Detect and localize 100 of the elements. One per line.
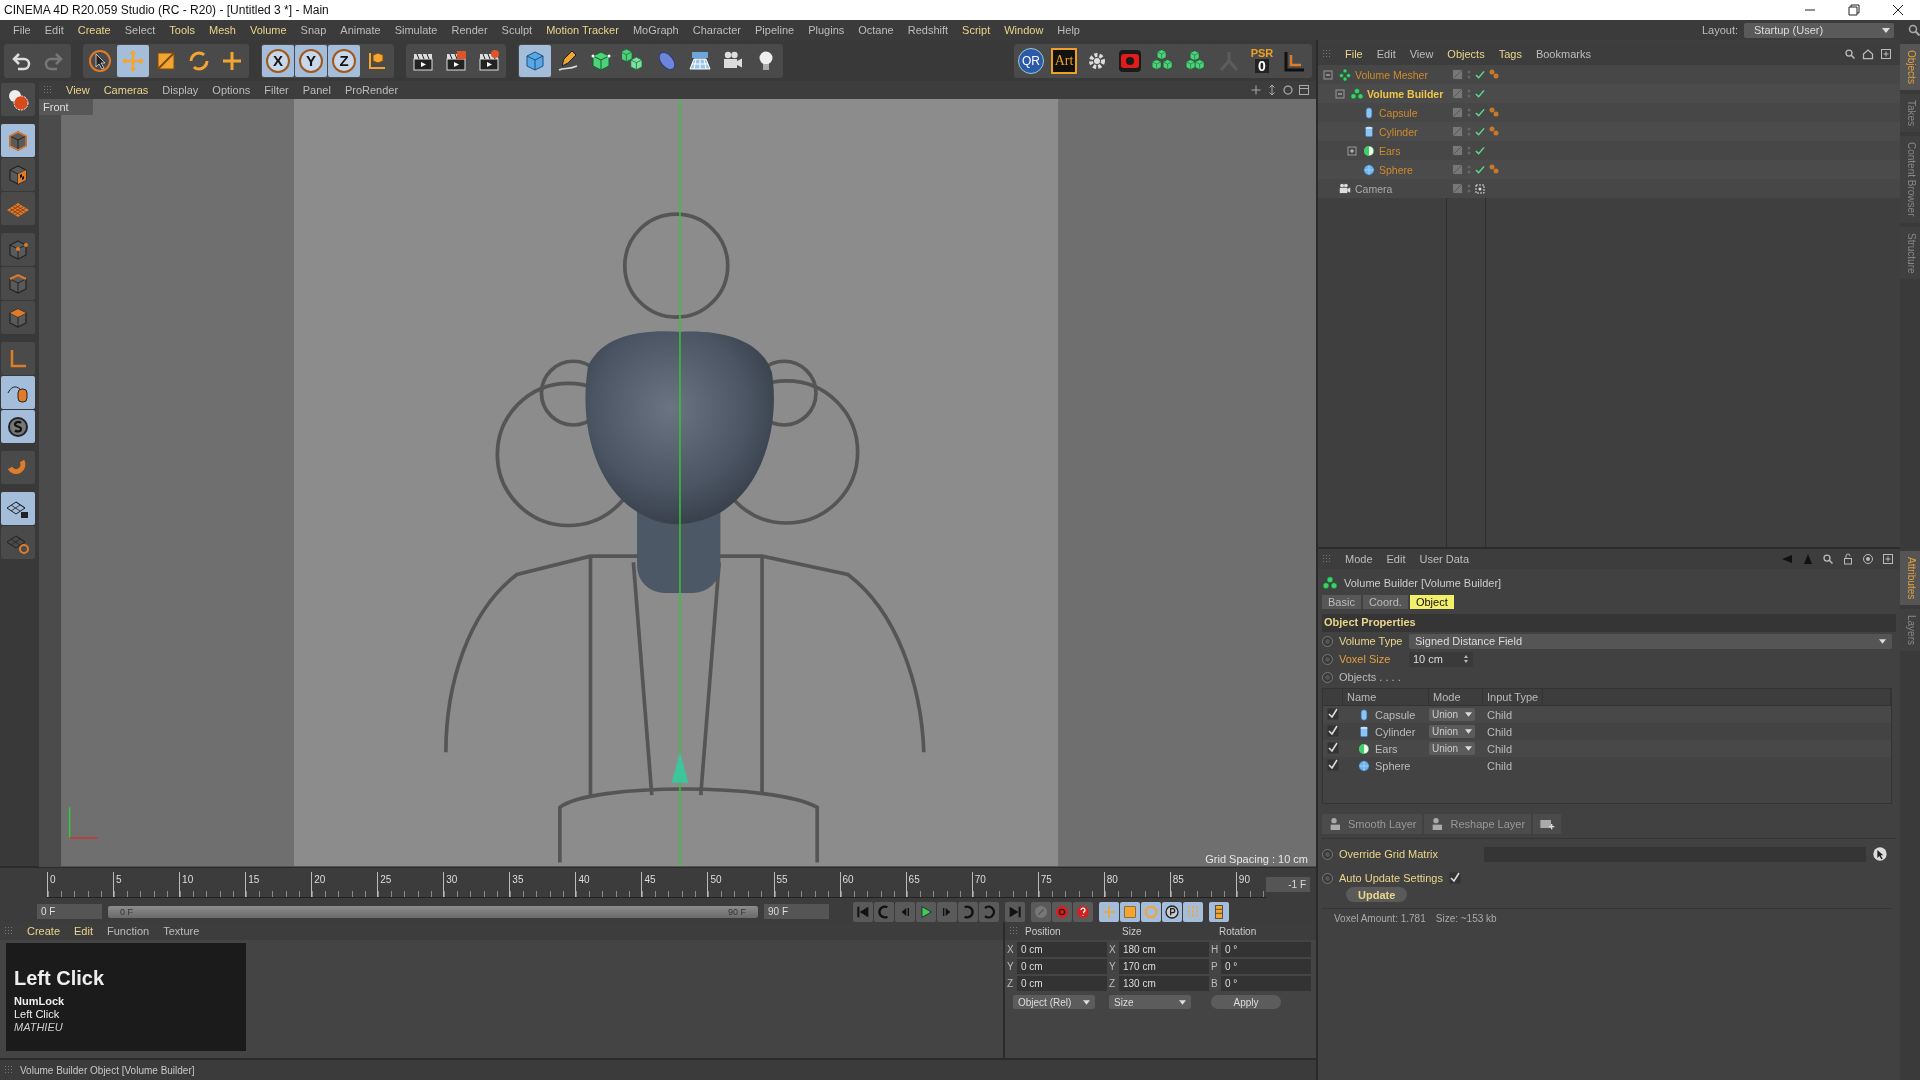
workplane-lock-button[interactable] [1,492,35,526]
add-layer-button[interactable] [1533,814,1562,834]
menu-item[interactable]: Script [955,24,998,36]
menu-item[interactable]: Motion Tracker [539,24,626,36]
material-menu-item[interactable]: Texture [156,925,207,938]
tweak-mode-button[interactable] [1,376,35,410]
object-row[interactable]: Capsule [1318,103,1900,122]
object-menu-item[interactable]: File [1338,48,1370,60]
coordinate-dropdown[interactable]: Object (Rel) [1013,995,1095,1010]
menu-item[interactable]: Select [117,24,163,36]
attribute-menu-item[interactable]: Edit [1379,553,1413,565]
size-field[interactable]: 170 cm [1119,959,1209,975]
solo-button[interactable] [1,410,35,444]
key-points-button[interactable] [1183,901,1203,922]
collapse-toggle-icon[interactable] [1334,88,1345,99]
next-key-button[interactable] [958,901,978,922]
menu-item[interactable]: Help [1050,24,1087,36]
object-row[interactable]: Volume Mesher [1318,65,1900,84]
workplane-align-button[interactable] [1,526,35,560]
menu-item[interactable]: Redshift [900,24,956,36]
position-field[interactable]: 0 cm [1017,942,1107,958]
layout-dropdown[interactable]: Startup (User) [1744,22,1894,38]
menu-item[interactable]: MoGraph [625,24,686,36]
axis-lock-button[interactable]: Y [295,44,327,77]
restore-icon[interactable] [1848,4,1860,16]
viewport-menu-item[interactable]: Filter [257,84,296,97]
search-icon[interactable] [1908,24,1920,36]
object-name[interactable]: Volume Mesher [1355,68,1428,81]
viewport-menu-item[interactable]: View [59,84,97,97]
object-name[interactable]: Sphere [1379,163,1413,176]
object-row[interactable]: Volume Builder [1318,84,1900,103]
attribute-tab[interactable]: Coord. [1362,595,1408,609]
attribute-tab[interactable]: Basic [1322,595,1361,609]
checkbox[interactable] [1327,758,1339,771]
object-menu-item[interactable]: View [1402,48,1441,60]
rotation-field[interactable]: 0 ° [1221,959,1311,975]
viewport-menu-item[interactable]: Panel [295,84,338,97]
menu-item[interactable]: Tools [162,24,202,36]
viewport-menu-item[interactable]: ProRender [337,84,406,97]
material-menu-item[interactable]: Function [100,925,157,938]
object-menu-item[interactable]: Objects [1440,48,1492,60]
attribute-menu-item[interactable]: Mode [1338,553,1380,565]
menu-item[interactable]: File [6,24,38,36]
position-field[interactable]: 0 cm [1017,976,1107,992]
menu-item[interactable]: Snap [293,24,334,36]
menu-item[interactable]: Mesh [202,24,243,36]
viewport-menu-item[interactable]: Display [155,84,206,97]
edges-mode-button[interactable] [1,267,35,301]
move-tool-button[interactable] [117,44,149,77]
cube-button[interactable] [519,44,551,77]
object-menu-item[interactable]: Tags [1491,48,1529,60]
texture-mode-button[interactable] [1,158,35,192]
collapse-toggle-icon[interactable] [1322,69,1333,80]
menu-item[interactable]: Animate [333,24,388,36]
position-field[interactable]: 0 cm [1017,959,1107,975]
menu-item[interactable]: Render [444,24,495,36]
axis-lock-button[interactable]: X [262,44,294,77]
object-menu-item[interactable]: Bookmarks [1528,48,1598,60]
key-scale-button[interactable] [1120,901,1140,922]
mode-dropdown[interactable]: Union [1429,725,1475,738]
rotation-field[interactable]: 0 ° [1221,942,1311,958]
model-mode-button[interactable] [1,83,35,117]
menu-item[interactable]: Create [70,24,118,36]
menu-item[interactable]: Pipeline [748,24,802,36]
material-menu-item[interactable]: Edit [67,925,100,938]
apply-button[interactable]: Apply [1211,995,1281,1010]
layer-button[interactable]: Smooth Layer [1322,814,1423,834]
voxel-size-field[interactable]: 10 cm [1409,651,1473,667]
menu-item[interactable]: Octane [851,24,901,36]
axis-mode-button[interactable] [1,342,35,376]
play-button[interactable] [916,901,936,922]
points-mode-button[interactable] [1,233,35,267]
mode-dropdown[interactable]: Union [1429,708,1475,721]
size-field[interactable]: 180 cm [1119,942,1209,958]
key-rotation-button[interactable] [1141,901,1161,922]
record-button[interactable] [1031,901,1051,922]
material-menu-item[interactable]: Create [20,925,68,938]
keyframe-help-button[interactable] [1073,901,1093,922]
frame-range-slider[interactable]: 0 F 90 F [108,905,758,918]
update-button[interactable]: Update [1346,887,1408,902]
attribute-menu-item[interactable]: User Data [1412,553,1477,565]
snap-button[interactable] [1,451,35,485]
timeline-button[interactable] [1209,901,1229,922]
menu-item[interactable]: Window [997,24,1051,36]
axis-lock-button[interactable]: Z [328,44,360,77]
object-name[interactable]: Ears [1379,144,1401,157]
menu-item[interactable]: Character [685,24,749,36]
start-frame-field[interactable]: 0 F [37,904,102,920]
menu-item[interactable]: Plugins [801,24,852,36]
previous-key-button[interactable] [874,901,894,922]
previous-frame-button[interactable] [895,901,915,922]
side-tab[interactable]: Attributes [1900,551,1920,606]
last-frame-button[interactable] [1005,901,1025,922]
end-frame-field[interactable]: 90 F [764,904,829,920]
checkbox[interactable] [1327,724,1339,737]
menu-item[interactable]: Sculpt [494,24,540,36]
object-row[interactable]: Camera [1318,179,1900,198]
volume-type-dropdown[interactable]: Signed Distance Field [1409,633,1892,649]
object-mode-button[interactable] [1,124,35,158]
object-name[interactable]: Cylinder [1379,125,1418,138]
